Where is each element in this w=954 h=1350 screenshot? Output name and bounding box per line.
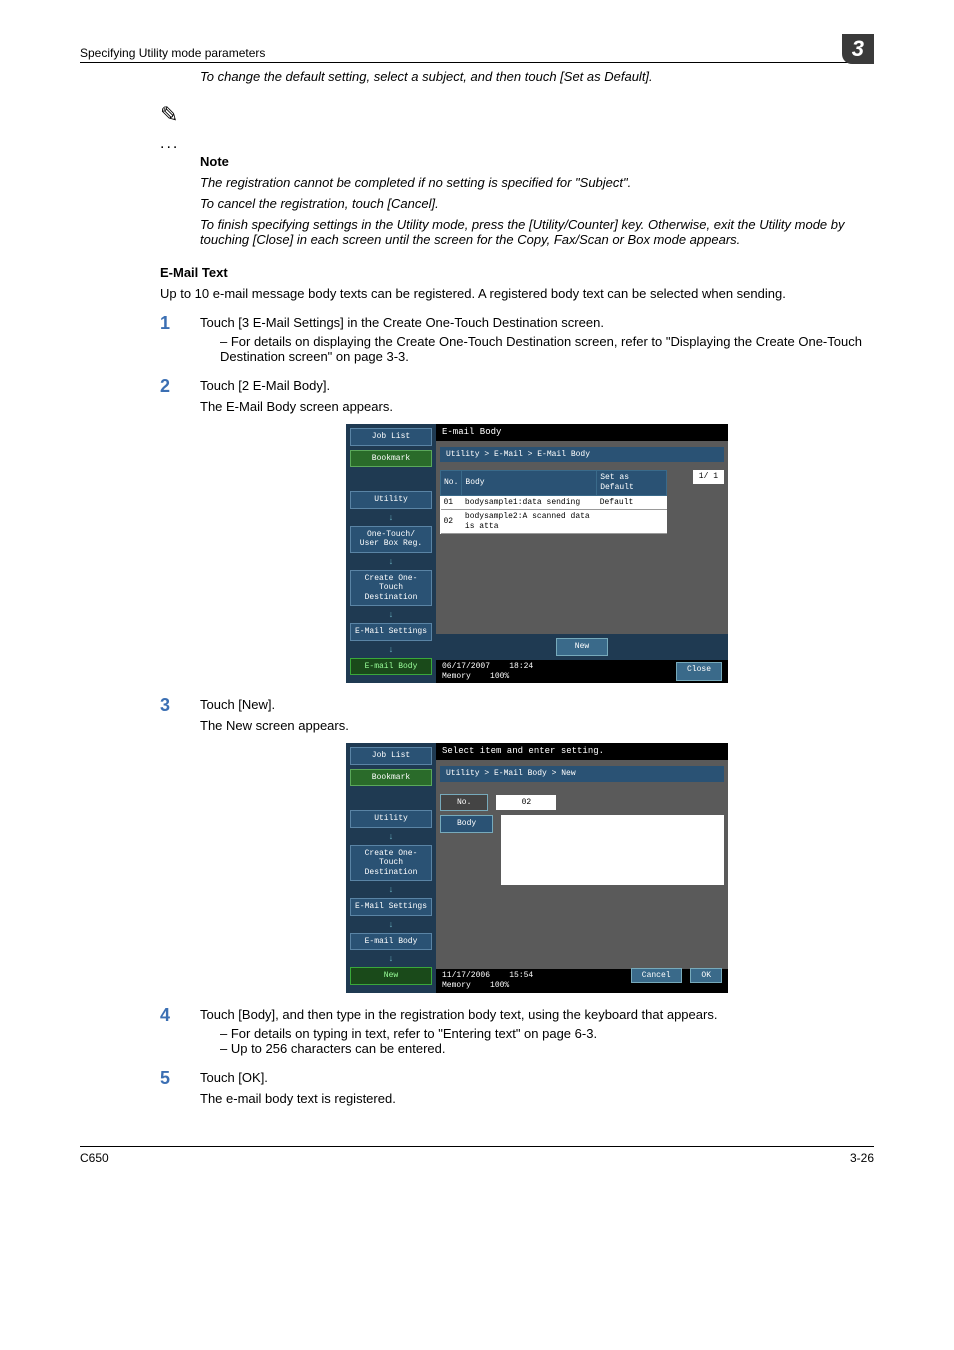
bookmark-button[interactable]: Bookmark (350, 769, 432, 787)
page-header: Specifying Utility mode parameters 3 (80, 30, 874, 63)
step-number: 4 (160, 1005, 170, 1026)
utility-button[interactable]: Utility (350, 491, 432, 509)
table-row[interactable]: 01 bodysample1:data sending Default (441, 495, 667, 510)
create-onetouch-button[interactable]: Create One-Touch Destination (350, 845, 432, 882)
arrow-down-icon: ↓ (350, 610, 432, 621)
intro-text: To change the default setting, select a … (200, 69, 874, 84)
screen-title: Select item and enter setting. (436, 743, 728, 760)
body-button[interactable]: Body (440, 815, 493, 833)
status-memory-value: 100% (490, 672, 509, 681)
step-text: Touch [3 E-Mail Settings] in the Create … (200, 315, 604, 330)
steps-list: 1 Touch [3 E-Mail Settings] in the Creat… (200, 315, 874, 1106)
no-value: 02 (496, 795, 556, 811)
step-bullet: For details on typing in text, refer to … (220, 1026, 874, 1041)
onetouch-button[interactable]: One-Touch/ User Box Reg. (350, 526, 432, 553)
job-list-button[interactable]: Job List (350, 428, 432, 446)
breadcrumb: Utility > E-Mail Body > New (440, 766, 724, 782)
page-indicator: 1/ 1 (693, 470, 724, 484)
section-title: E-Mail Text (160, 265, 874, 280)
step-text: Touch [OK]. (200, 1070, 268, 1085)
footer-left: C650 (80, 1151, 109, 1165)
page-footer: C650 3-26 (80, 1146, 874, 1165)
footer-right: 3-26 (850, 1151, 874, 1165)
screen-title: E-mail Body (436, 424, 728, 441)
step-bullet: Up to 256 characters can be entered. (220, 1041, 874, 1056)
bookmark-button[interactable]: Bookmark (350, 450, 432, 468)
step-after: The e-mail body text is registered. (200, 1091, 874, 1106)
cancel-button[interactable]: Cancel (631, 968, 682, 983)
table-row[interactable]: 02 bodysample2:A scanned data is atta (441, 510, 667, 534)
close-button[interactable]: Close (676, 662, 722, 681)
screenshot-email-body: Job List Bookmark Utility ↓ One-Touch/ U… (346, 424, 728, 683)
step-text: Touch [2 E-Mail Body]. (200, 378, 330, 393)
status-time: 15:54 (509, 971, 533, 980)
header-title: Specifying Utility mode parameters (80, 46, 265, 60)
email-settings-button[interactable]: E-Mail Settings (350, 623, 432, 641)
utility-button[interactable]: Utility (350, 810, 432, 828)
new-nav-button[interactable]: New (350, 967, 432, 985)
arrow-down-icon: ↓ (350, 513, 432, 524)
status-memory-value: 100% (490, 981, 509, 990)
new-button[interactable]: New (556, 638, 608, 656)
step-number: 3 (160, 695, 170, 716)
arrow-down-icon: ↓ (350, 832, 432, 843)
step-number: 5 (160, 1068, 170, 1089)
step-after: The New screen appears. (200, 718, 874, 733)
note-heading: Note (200, 154, 874, 169)
note-p1: The registration cannot be completed if … (200, 175, 874, 190)
email-body-button[interactable]: E-mail Body (350, 658, 432, 676)
status-date: 06/17/2007 (442, 662, 490, 671)
arrow-down-icon: ↓ (350, 557, 432, 568)
chapter-badge: 3 (842, 34, 874, 64)
col-default: Set as Default (597, 471, 667, 495)
step-bullet: For details on displaying the Create One… (220, 334, 874, 364)
step-text: Touch [Body], and then type in the regis… (200, 1007, 717, 1022)
note-p2: To cancel the registration, touch [Cance… (200, 196, 874, 211)
step-number: 2 (160, 376, 170, 397)
arrow-down-icon: ↓ (350, 885, 432, 896)
ok-button[interactable]: OK (690, 968, 722, 983)
status-memory-label: Memory (442, 981, 471, 990)
step-number: 1 (160, 313, 170, 334)
step-text: Touch [New]. (200, 697, 275, 712)
note-p3: To finish specifying settings in the Uti… (200, 217, 874, 247)
col-body: Body (462, 471, 597, 495)
step-after: The E-Mail Body screen appears. (200, 399, 874, 414)
create-onetouch-button[interactable]: Create One-Touch Destination (350, 570, 432, 607)
email-settings-button[interactable]: E-Mail Settings (350, 898, 432, 916)
section-intro: Up to 10 e-mail message body texts can b… (160, 286, 874, 301)
status-time: 18:24 (509, 662, 533, 671)
status-memory-label: Memory (442, 672, 471, 681)
breadcrumb: Utility > E-Mail > E-Mail Body (440, 447, 724, 463)
arrow-down-icon: ↓ (350, 920, 432, 931)
col-no: No. (441, 471, 462, 495)
arrow-down-icon: ↓ (350, 954, 432, 965)
arrow-down-icon: ↓ (350, 645, 432, 656)
job-list-button[interactable]: Job List (350, 747, 432, 765)
email-body-button[interactable]: E-mail Body (350, 933, 432, 951)
status-date: 11/17/2006 (442, 971, 490, 980)
screenshot-new: Job List Bookmark Utility ↓ Create One-T… (346, 743, 728, 993)
no-label: No. (440, 794, 488, 812)
body-value (501, 815, 724, 885)
